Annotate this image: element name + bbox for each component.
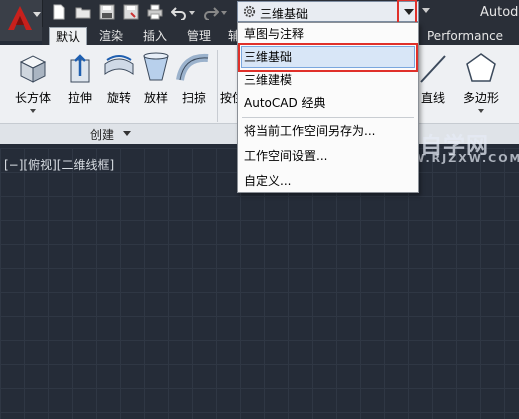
save-icon[interactable] xyxy=(99,4,115,20)
menu-separator xyxy=(242,117,414,118)
viewport-controls-label[interactable]: [−][俯视][二维线框] xyxy=(4,156,114,173)
chevron-down-icon[interactable] xyxy=(478,109,484,113)
open-icon[interactable] xyxy=(75,4,91,20)
save-as-icon[interactable] xyxy=(123,4,139,20)
loft-icon xyxy=(143,52,169,81)
menu-item-3d-basics[interactable]: 三维基础 xyxy=(244,47,292,67)
revolve-icon xyxy=(104,55,134,75)
app-title: Autode xyxy=(480,5,519,20)
menu-item-autocad-classic[interactable]: AutoCAD 经典 xyxy=(244,93,326,113)
gear-icon xyxy=(243,5,256,18)
presspull-tool-label: 按住 xyxy=(220,91,240,105)
customize-quick-access-icon[interactable] xyxy=(422,8,430,13)
polygon-tool-label: 多边形 xyxy=(462,91,499,105)
presspull-tool[interactable]: 按住 xyxy=(210,48,240,106)
workspace-combo-value: 三维基础 xyxy=(260,7,309,21)
menu-item-3d-modeling[interactable]: 三维建模 xyxy=(244,70,292,90)
box-tool-label: 长方体 xyxy=(14,91,51,105)
tab-render[interactable]: 渲染 xyxy=(93,27,129,45)
box-tool[interactable]: 长方体 xyxy=(10,48,56,113)
undo-icon[interactable] xyxy=(171,4,187,20)
polygon-tool[interactable]: 多边形 xyxy=(455,48,507,113)
tab-performance[interactable]: Performance xyxy=(421,27,509,45)
create-panel-label[interactable]: 创建 xyxy=(90,126,114,143)
chevron-down-icon xyxy=(33,12,41,17)
line-icon xyxy=(420,55,446,83)
menu-item-workspace-settings[interactable]: 工作空间设置... xyxy=(244,146,327,166)
workspace-combo[interactable]: 三维基础 xyxy=(237,1,419,22)
workspace-menu: 草图与注释 三维基础 三维建模 AutoCAD 经典 将当前工作空间另存为...… xyxy=(237,22,419,193)
tab-manage[interactable]: 管理 xyxy=(181,27,217,45)
redo-icon[interactable] xyxy=(203,4,219,20)
application-menu-button[interactable] xyxy=(0,0,43,41)
tab-insert[interactable]: 插入 xyxy=(137,27,173,45)
box-icon xyxy=(19,55,47,83)
extrude-icon xyxy=(70,54,90,83)
tab-default[interactable]: 默认 xyxy=(49,27,88,46)
undo-dropdown-icon[interactable] xyxy=(189,11,195,15)
sweep-icon xyxy=(176,53,209,81)
menu-item-save-workspace-as[interactable]: 将当前工作空间另存为... xyxy=(244,121,375,141)
menu-item-drafting-annotation[interactable]: 草图与注释 xyxy=(244,24,304,44)
chevron-down-icon[interactable] xyxy=(123,131,131,136)
new-icon[interactable] xyxy=(51,4,67,20)
autocad-logo-icon xyxy=(8,6,32,30)
redo-dropdown-icon[interactable] xyxy=(221,11,227,15)
print-icon[interactable] xyxy=(147,4,163,20)
chevron-down-icon[interactable] xyxy=(30,109,36,113)
menu-item-customize[interactable]: 自定义... xyxy=(244,171,291,191)
polygon-icon xyxy=(466,53,496,82)
